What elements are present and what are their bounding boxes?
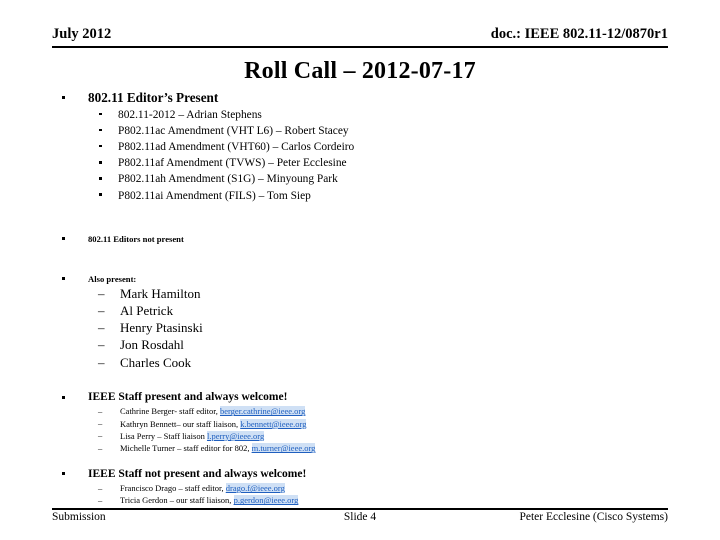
- list-item: – Jon Rosdahl: [98, 336, 678, 353]
- list-item: P802.11af Amendment (TVWS) – Peter Eccle…: [99, 155, 678, 171]
- email-link[interactable]: berger.cathrine@ieee.org: [219, 406, 306, 417]
- list-item-label: Michelle Turner – staff editor for 802,: [120, 443, 252, 454]
- list-item: – Francisco Drago – staff editor, drago.…: [98, 482, 678, 494]
- section-heading-editors-not-present: 802.11 Editors not present: [58, 234, 678, 244]
- page-title: Roll Call – 2012-07-17: [244, 58, 476, 84]
- list-item: P802.11ah Amendment (S1G) – Minyoung Par…: [99, 171, 678, 187]
- list-item-label: P802.11ac Amendment (VHT L6) – Robert St…: [118, 124, 349, 137]
- list-item: – Tricia Gerdon – our staff liaison, p.g…: [98, 494, 678, 506]
- dash-bullet-icon: –: [98, 482, 103, 493]
- heading-text: 802.11 Editors not present: [88, 233, 184, 244]
- list-item-label: Tricia Gerdon – our staff liaison,: [120, 495, 234, 506]
- dash-bullet-icon: –: [98, 303, 105, 319]
- email-link[interactable]: drago.f@ieee.org: [225, 483, 285, 494]
- email-link[interactable]: k.bennett@ieee.org: [240, 418, 307, 429]
- section-heading-staff-not-present: IEEE Staff not present and always welcom…: [58, 468, 678, 482]
- slide: July 2012 doc.: IEEE 802.11-12/0870r1 Ro…: [0, 0, 720, 540]
- heading-text: Also present:: [88, 273, 137, 284]
- dash-bullet-icon: –: [98, 405, 103, 416]
- dash-bullet-icon: –: [98, 285, 105, 301]
- email-link[interactable]: l.perry@ieee.org: [206, 430, 265, 441]
- dash-bullet-icon: –: [98, 354, 105, 370]
- list-item: – Cathrine Berger- staff editor, berger.…: [98, 405, 678, 417]
- square-bullet-icon: [62, 277, 65, 281]
- list-item-label: Charles Cook: [120, 354, 192, 370]
- list-item-label: Kathryn Bennett– our staff liaison,: [120, 418, 241, 429]
- list-item-label: Francisco Drago – staff editor,: [120, 483, 226, 494]
- square-bullet-icon: [99, 128, 102, 132]
- square-bullet-icon: [99, 112, 102, 116]
- square-bullet-icon: [99, 177, 102, 180]
- header-document-number: doc.: IEEE 802.11-12/0870r1: [490, 26, 668, 42]
- section-staff-not-present: IEEE Staff not present and always welcom…: [58, 468, 678, 507]
- list-item-label: 802.11-2012 – Adrian Stephens: [118, 108, 262, 121]
- square-bullet-icon: [62, 95, 65, 99]
- list-item-label: Lisa Perry – Staff liaison: [120, 430, 207, 441]
- email-link[interactable]: p.gerdon@ieee.org: [233, 495, 299, 506]
- dash-bullet-icon: –: [98, 494, 103, 505]
- slide-body: 802.11 Editor’s Present 802.11-2012 – Ad…: [58, 90, 678, 507]
- square-bullet-icon: [62, 237, 65, 241]
- dash-bullet-icon: –: [98, 337, 105, 353]
- staff-not-present-list: – Francisco Drago – staff editor, drago.…: [58, 482, 678, 507]
- section-heading-editors-present: 802.11 Editor’s Present: [58, 90, 678, 106]
- section-editors-not-present: 802.11 Editors not present: [58, 234, 678, 244]
- dash-bullet-icon: –: [98, 430, 103, 441]
- list-item: – Charles Cook: [98, 354, 678, 371]
- dash-bullet-icon: –: [98, 320, 105, 336]
- list-item: – Mark Hamilton: [98, 285, 678, 302]
- list-item-label: Mark Hamilton: [120, 285, 201, 301]
- list-item-label: Al Petrick: [120, 303, 174, 319]
- header-date: July 2012: [52, 26, 112, 42]
- section-staff-present: IEEE Staff present and always welcome! –…: [58, 391, 678, 455]
- list-item: – Henry Ptasinski: [98, 319, 678, 336]
- footer-author: Peter Ecclesine (Cisco Systems): [519, 511, 668, 523]
- list-item: – Al Petrick: [98, 302, 678, 319]
- list-item: P802.11ac Amendment (VHT L6) – Robert St…: [99, 123, 678, 139]
- slide-footer: Submission Slide 4 Peter Ecclesine (Cisc…: [52, 511, 668, 527]
- list-item: 802.11-2012 – Adrian Stephens: [99, 107, 678, 123]
- section-editors-present: 802.11 Editor’s Present 802.11-2012 – Ad…: [58, 90, 678, 204]
- list-item-label: Henry Ptasinski: [120, 320, 203, 336]
- heading-text: 802.11 Editor’s Present: [88, 90, 219, 105]
- section-also-present: Also present: – Mark Hamilton – Al Petri…: [58, 274, 678, 371]
- slide-header: July 2012 doc.: IEEE 802.11-12/0870r1: [52, 26, 668, 48]
- section-heading-staff-present: IEEE Staff present and always welcome!: [58, 391, 678, 405]
- list-item: – Lisa Perry – Staff liaison l.perry@iee…: [98, 430, 678, 442]
- email-link[interactable]: m.turner@ieee.org: [251, 443, 316, 454]
- list-item-label: P802.11ai Amendment (FILS) – Tom Siep: [118, 189, 311, 202]
- square-bullet-icon: [99, 144, 102, 148]
- header-divider: [52, 46, 668, 48]
- list-item-label: Cathrine Berger- staff editor,: [120, 406, 220, 417]
- heading-text: IEEE Staff not present and always welcom…: [88, 467, 307, 480]
- staff-present-list: – Cathrine Berger- staff editor, berger.…: [58, 405, 678, 454]
- editors-present-list: 802.11-2012 – Adrian Stephens P802.11ac …: [58, 107, 678, 204]
- square-bullet-icon: [62, 395, 65, 399]
- list-item: P802.11ai Amendment (FILS) – Tom Siep: [99, 188, 678, 204]
- also-present-list: – Mark Hamilton – Al Petrick – Henry Pta…: [58, 285, 678, 371]
- list-item-label: P802.11af Amendment (TVWS) – Peter Eccle…: [118, 157, 347, 170]
- square-bullet-icon: [62, 472, 65, 476]
- list-item: – Kathryn Bennett– our staff liaison, k.…: [98, 418, 678, 430]
- list-item: P802.11ad Amendment (VHT60) – Carlos Cor…: [99, 139, 678, 155]
- square-bullet-icon: [99, 193, 102, 197]
- list-item-label: Jon Rosdahl: [120, 337, 184, 353]
- dash-bullet-icon: –: [98, 442, 103, 453]
- heading-text: IEEE Staff present and always welcome!: [88, 390, 288, 403]
- list-item-label: P802.11ah Amendment (S1G) – Minyoung Par…: [118, 173, 338, 186]
- square-bullet-icon: [99, 161, 102, 164]
- section-heading-also-present: Also present:: [58, 274, 678, 284]
- footer-divider: [52, 508, 668, 510]
- list-item: – Michelle Turner – staff editor for 802…: [98, 442, 678, 454]
- dash-bullet-icon: –: [98, 418, 103, 429]
- list-item-label: P802.11ad Amendment (VHT60) – Carlos Cor…: [118, 140, 355, 153]
